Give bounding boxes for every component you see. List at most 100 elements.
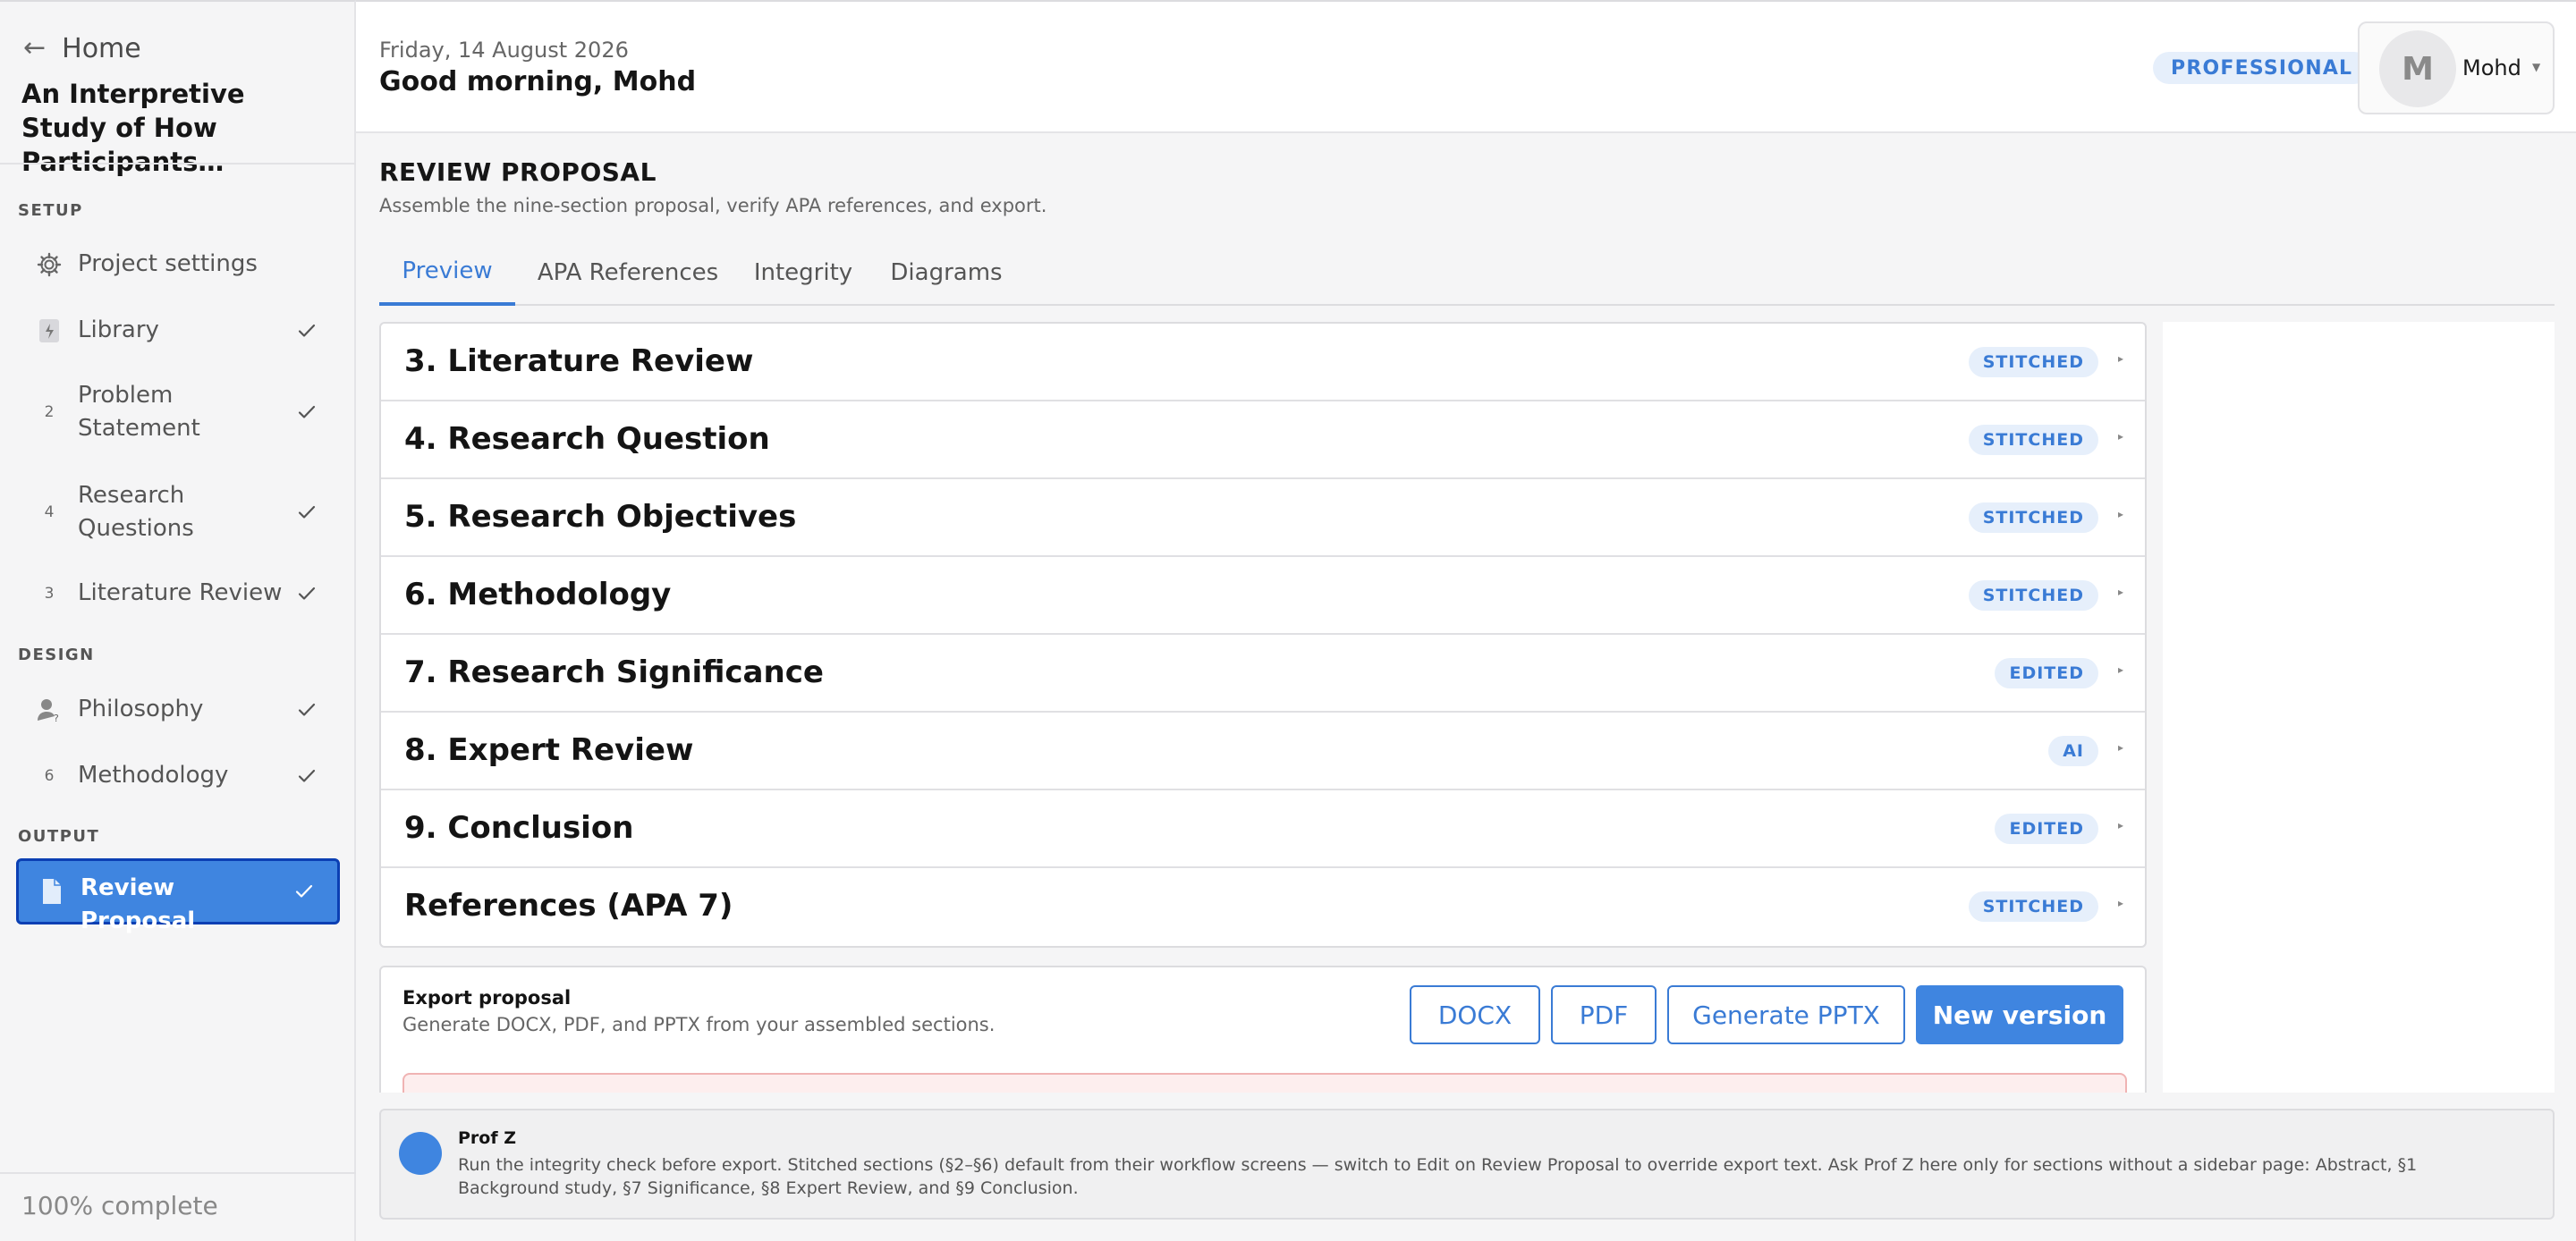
home-label: Home (62, 32, 141, 64)
export-subtitle: Generate DOCX, PDF, and PPTX from your a… (402, 1014, 996, 1035)
greeting: Good morning, Mohd (379, 66, 697, 97)
tab-apa-references[interactable]: APA References (533, 240, 723, 306)
status-badge: STITCHED (1968, 580, 2098, 611)
progress-text: 100% complete (21, 1191, 218, 1220)
expand-caret-icon[interactable]: ▸ (2118, 586, 2123, 598)
section-row[interactable]: 7. Research Significance EDITED ▸ (381, 635, 2145, 713)
tab-bar: Preview APA References Integrity Diagram… (379, 240, 2555, 306)
section-title: 5. Research Objectives (404, 499, 797, 535)
section-title: 3. Literature Review (404, 343, 754, 379)
gear-icon (36, 251, 63, 278)
chevron-down-icon: ▼ (2532, 61, 2541, 73)
right-panel (2163, 322, 2555, 1094)
status-badge: STITCHED (1968, 502, 2098, 533)
docx-button[interactable]: DOCX (1410, 985, 1540, 1044)
sidebar-item-review-proposal[interactable]: Review Proposal (16, 858, 340, 934)
svg-text:?: ? (54, 713, 59, 722)
top-bar: Friday, 14 August 2026 Good morning, Moh… (356, 0, 2576, 133)
step-6-icon: 6 (44, 767, 55, 785)
sidebar-item-label: Review Proposal (80, 874, 196, 934)
sidebar-item-label: Research Questions (78, 482, 194, 542)
status-badge: STITCHED (1968, 891, 2098, 922)
expand-caret-icon[interactable]: ▸ (2118, 430, 2123, 443)
expand-caret-icon[interactable]: ▸ (2118, 819, 2123, 832)
checkmark-icon (297, 402, 317, 422)
expand-caret-icon[interactable]: ▸ (2118, 508, 2123, 520)
assistant-name: Prof Z (458, 1128, 517, 1148)
section-title: References (APA 7) (404, 888, 733, 924)
plan-badge: PROFESSIONAL (2153, 52, 2371, 84)
sidebar-item-literature-review[interactable]: 3 Literature Review (16, 565, 340, 622)
section-title: 7. Research Significance (404, 654, 824, 690)
document-icon (38, 878, 65, 905)
section-row[interactable]: 4. Research Question STITCHED ▸ (381, 401, 2145, 479)
user-menu-button[interactable]: M Mohd ▼ (2358, 21, 2555, 114)
section-row[interactable]: 3. Literature Review STITCHED ▸ (381, 324, 2145, 401)
assistant-avatar (399, 1132, 442, 1175)
section-row[interactable]: 6. Methodology STITCHED ▸ (381, 557, 2145, 635)
sidebar-divider (0, 163, 356, 165)
avatar: M (2379, 30, 2456, 107)
status-badge: EDITED (1995, 658, 2098, 688)
section-row[interactable]: References (APA 7) STITCHED ▸ (381, 868, 2145, 946)
user-name: Mohd (2462, 55, 2521, 80)
person-question-icon: ? (36, 696, 63, 723)
sidebar: ← Home An Interpretive Study of How Part… (0, 0, 356, 1241)
date-text: Friday, 14 August 2026 (379, 38, 629, 63)
section-row[interactable]: 9. Conclusion EDITED ▸ (381, 790, 2145, 868)
section-heading-output: OUTPUT (18, 827, 100, 846)
expand-caret-icon[interactable]: ▸ (2118, 663, 2123, 676)
sidebar-item-label: Methodology (78, 762, 229, 789)
page-title: REVIEW PROPOSAL (379, 157, 657, 187)
sidebar-item-label: Project settings (78, 250, 258, 277)
checkmark-icon (297, 502, 317, 522)
sidebar-item-label: Literature Review (78, 579, 283, 606)
library-icon (36, 317, 63, 344)
sidebar-item-label: Library (78, 317, 159, 343)
export-card: Export proposal Generate DOCX, PDF, and … (379, 966, 2147, 1100)
expand-caret-icon[interactable]: ▸ (2118, 897, 2123, 909)
sidebar-item-philosophy[interactable]: ? Philosophy (16, 681, 340, 739)
checkmark-icon (294, 882, 314, 901)
assistant-footer: Prof Z Run the integrity check before ex… (356, 1093, 2576, 1241)
section-heading-setup: SETUP (18, 201, 83, 220)
section-row[interactable]: 5. Research Objectives STITCHED ▸ (381, 479, 2145, 557)
expand-caret-icon[interactable]: ▸ (2118, 741, 2123, 754)
home-link[interactable]: ← Home (23, 30, 141, 66)
sidebar-item-library[interactable]: Library (16, 302, 340, 359)
status-badge: STITCHED (1968, 425, 2098, 455)
sidebar-item-project-settings[interactable]: Project settings (16, 236, 340, 293)
sidebar-item-methodology[interactable]: 6 Methodology (16, 747, 340, 805)
page-subtitle: Assemble the nine-section proposal, veri… (379, 195, 1047, 216)
status-badge: STITCHED (1968, 347, 2098, 377)
section-heading-design: DESIGN (18, 646, 95, 664)
step-4-icon: 4 (44, 503, 55, 521)
sidebar-item-label: Problem Statement (78, 382, 200, 442)
sidebar-item-problem-statement[interactable]: 2 Problem Statement (16, 374, 340, 451)
back-arrow-icon: ← (23, 32, 47, 63)
sidebar-item-label: Philosophy (78, 696, 204, 722)
expand-caret-icon[interactable]: ▸ (2118, 352, 2123, 365)
proposal-sections-list: 3. Literature Review STITCHED ▸ 4. Research… (379, 322, 2147, 948)
checkmark-icon (297, 584, 317, 604)
section-title: 8. Expert Review (404, 732, 694, 768)
tab-integrity[interactable]: Integrity (746, 240, 860, 306)
assistant-message-card: Prof Z Run the integrity check before ex… (379, 1109, 2555, 1220)
tab-preview[interactable]: Preview (379, 240, 515, 306)
generate-pptx-button[interactable]: Generate PPTX (1667, 985, 1905, 1044)
section-title: 6. Methodology (404, 577, 672, 612)
checkmark-icon (297, 766, 317, 786)
checkmark-icon (297, 321, 317, 341)
pdf-button[interactable]: PDF (1551, 985, 1657, 1044)
new-version-button[interactable]: New version (1916, 985, 2123, 1044)
section-row[interactable]: 8. Expert Review AI ▸ (381, 713, 2145, 790)
sidebar-footer-divider (0, 1172, 356, 1174)
checkmark-icon (297, 700, 317, 720)
export-title: Export proposal (402, 987, 572, 1009)
section-title: 9. Conclusion (404, 810, 634, 846)
tab-diagrams[interactable]: Diagrams (884, 240, 1009, 306)
sidebar-item-research-questions[interactable]: 4 Research Questions (16, 474, 340, 551)
step-3-icon: 3 (44, 585, 55, 603)
step-2-icon: 2 (44, 403, 55, 421)
status-badge: EDITED (1995, 814, 2098, 844)
